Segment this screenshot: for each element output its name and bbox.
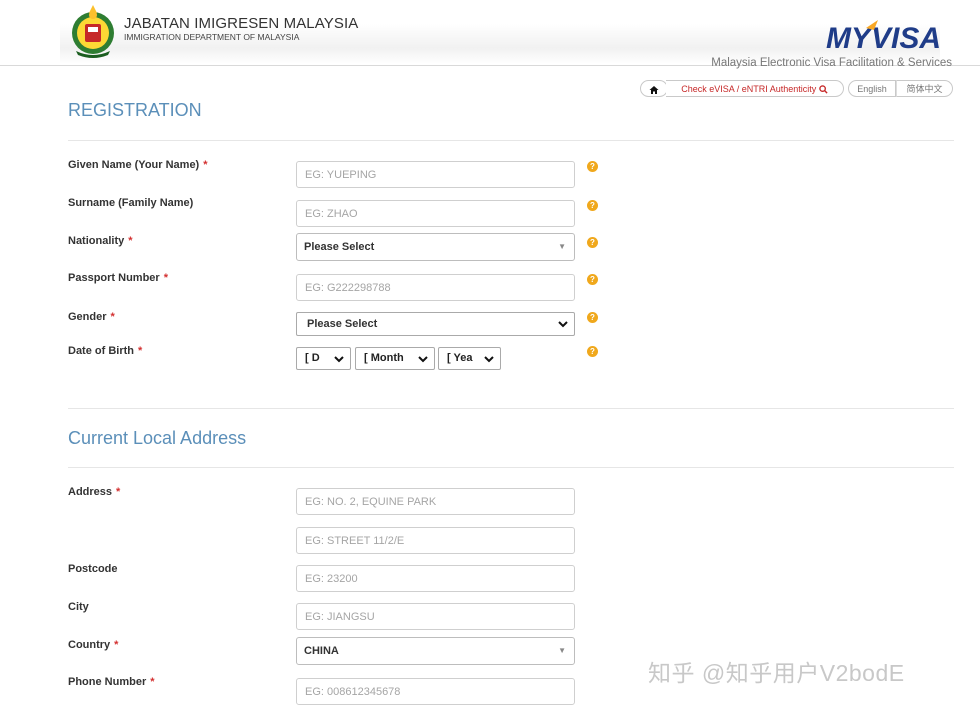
language-chinese-button[interactable]: 简体中文 — [896, 80, 953, 97]
home-button[interactable] — [640, 80, 668, 97]
section-divider — [68, 408, 954, 409]
dob-month-select[interactable]: [ Month — [355, 347, 435, 370]
help-icon[interactable]: ? — [587, 161, 598, 172]
help-icon[interactable]: ? — [587, 274, 598, 285]
help-icon[interactable]: ? — [587, 237, 598, 248]
chevron-down-icon — [484, 356, 494, 363]
dropdown-arrow-icon: ▼ — [558, 242, 566, 251]
gender-label: Gender * — [68, 311, 115, 323]
section-divider — [68, 140, 954, 141]
site-tagline: Malaysia Electronic Visa Facilitation & … — [711, 57, 952, 69]
phone-input[interactable] — [296, 678, 575, 705]
search-icon — [819, 85, 828, 94]
dob-label: Date of Birth * — [68, 345, 143, 357]
check-authenticity-label: Check eVISA / eNTRI Authenticity — [681, 84, 817, 94]
dob-year-select[interactable]: [ Yea — [438, 347, 501, 370]
dropdown-arrow-icon: ▼ — [558, 646, 566, 655]
nationality-select[interactable]: Please Select ▼ — [296, 233, 575, 261]
given-name-label: Given Name (Your Name) * — [68, 159, 208, 171]
city-label: City — [68, 601, 89, 613]
help-icon[interactable]: ? — [587, 312, 598, 323]
city-input[interactable] — [296, 603, 575, 630]
passport-label: Passport Number * — [68, 272, 168, 284]
home-icon — [649, 85, 659, 94]
chevron-down-icon — [558, 321, 568, 328]
myvisa-logo: MYVISA — [826, 20, 941, 54]
site-header: JABATAN IMIGRESEN MALAYSIA IMMIGRATION D… — [0, 0, 980, 69]
given-name-input[interactable] — [296, 161, 575, 188]
logo-text: MYVISA — [826, 22, 941, 54]
phone-label: Phone Number * — [68, 676, 155, 688]
chevron-down-icon — [334, 356, 344, 363]
address-line2-input[interactable] — [296, 527, 575, 554]
passport-input[interactable] — [296, 274, 575, 301]
gender-select[interactable]: Please Select — [296, 312, 575, 336]
check-authenticity-link[interactable]: Check eVISA / eNTRI Authenticity — [666, 80, 844, 97]
registration-title: REGISTRATION — [68, 100, 202, 120]
address-label: Address * — [68, 486, 121, 498]
org-name: JABATAN IMIGRESEN MALAYSIA — [124, 15, 359, 32]
surname-label: Surname (Family Name) — [68, 197, 194, 209]
address-line1-input[interactable] — [296, 488, 575, 515]
chevron-down-icon — [418, 356, 428, 363]
coat-of-arms-icon — [72, 5, 114, 58]
watermark: 知乎 @知乎用户V2bodE — [648, 660, 905, 686]
org-subtitle: IMMIGRATION DEPARTMENT OF MALAYSIA — [124, 32, 300, 42]
address-title: Current Local Address — [68, 428, 247, 448]
surname-input[interactable] — [296, 200, 575, 227]
postcode-input[interactable] — [296, 565, 575, 592]
language-english-button[interactable]: English — [848, 80, 896, 97]
help-icon[interactable]: ? — [587, 346, 598, 357]
country-select[interactable]: CHINA ▼ — [296, 637, 575, 665]
section-divider — [68, 467, 954, 468]
postcode-label: Postcode — [68, 563, 118, 575]
help-icon[interactable]: ? — [587, 200, 598, 211]
country-label: Country * — [68, 639, 119, 651]
nationality-label: Nationality * — [68, 235, 133, 247]
dob-day-select[interactable]: [ D — [296, 347, 351, 370]
